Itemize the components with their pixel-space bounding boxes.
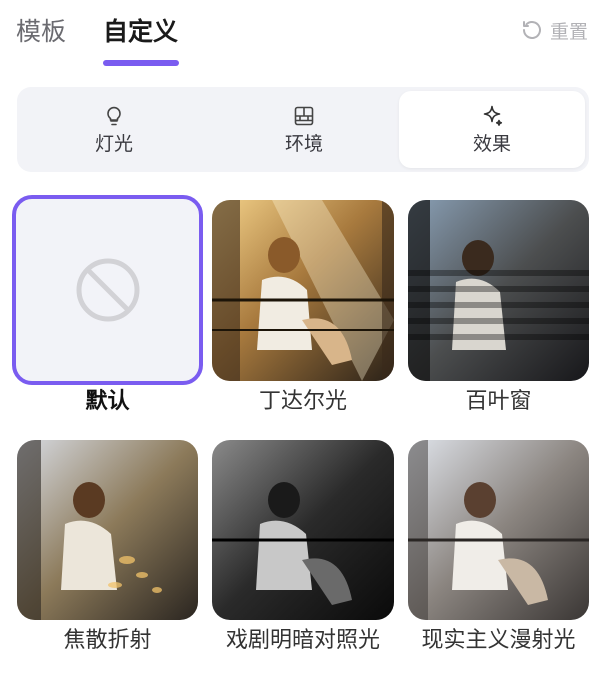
header: 模板 自定义 重置 bbox=[0, 0, 612, 70]
effect-card-caustics[interactable]: 焦散折射 bbox=[17, 440, 198, 661]
effect-thumbnail bbox=[408, 440, 589, 620]
effect-label: 百叶窗 bbox=[465, 389, 532, 414]
lightbulb-icon bbox=[102, 104, 126, 132]
effect-label: 丁达尔光 bbox=[258, 389, 347, 414]
no-effect-icon bbox=[75, 257, 141, 323]
reset-icon bbox=[520, 18, 544, 42]
effect-card-blinds[interactable]: 百叶窗 bbox=[408, 200, 589, 425]
reset-label: 重置 bbox=[549, 20, 588, 43]
effect-label: 戏剧明暗对照光 bbox=[225, 628, 380, 653]
effect-thumbnail bbox=[12, 195, 203, 385]
effect-label: 现实主义漫射光 bbox=[421, 628, 576, 653]
tab-templates[interactable]: 模板 bbox=[16, 14, 66, 50]
effect-card-chiaroscuro[interactable]: 戏剧明暗对照光 bbox=[212, 440, 394, 661]
reset-button[interactable]: 重置 bbox=[520, 16, 588, 44]
segment-label: 灯光 bbox=[94, 132, 133, 155]
active-tab-indicator bbox=[103, 60, 179, 66]
effect-thumbnail bbox=[212, 200, 394, 381]
effect-label: 焦散折射 bbox=[63, 628, 152, 653]
segment-effects[interactable]: 效果 bbox=[399, 91, 585, 168]
segment-lighting[interactable]: 灯光 bbox=[21, 91, 207, 168]
segment-label: 环境 bbox=[284, 132, 323, 155]
sparkle-icon bbox=[480, 104, 504, 132]
effect-thumbnail bbox=[408, 200, 589, 381]
effect-thumbnail bbox=[17, 440, 198, 620]
category-segmented-control: 灯光 环境 效果 bbox=[17, 87, 589, 172]
effect-thumbnail bbox=[212, 440, 394, 620]
segment-label: 效果 bbox=[472, 132, 511, 155]
effect-card-diffuse[interactable]: 现实主义漫射光 bbox=[408, 440, 589, 661]
building-icon bbox=[292, 104, 316, 132]
tab-custom[interactable]: 自定义 bbox=[103, 14, 178, 50]
effect-card-default[interactable]: 默认 bbox=[12, 195, 203, 425]
effect-card-tyndall[interactable]: 丁达尔光 bbox=[212, 200, 394, 425]
effect-label: 默认 bbox=[85, 389, 130, 414]
segment-environment[interactable]: 环境 bbox=[211, 91, 397, 168]
